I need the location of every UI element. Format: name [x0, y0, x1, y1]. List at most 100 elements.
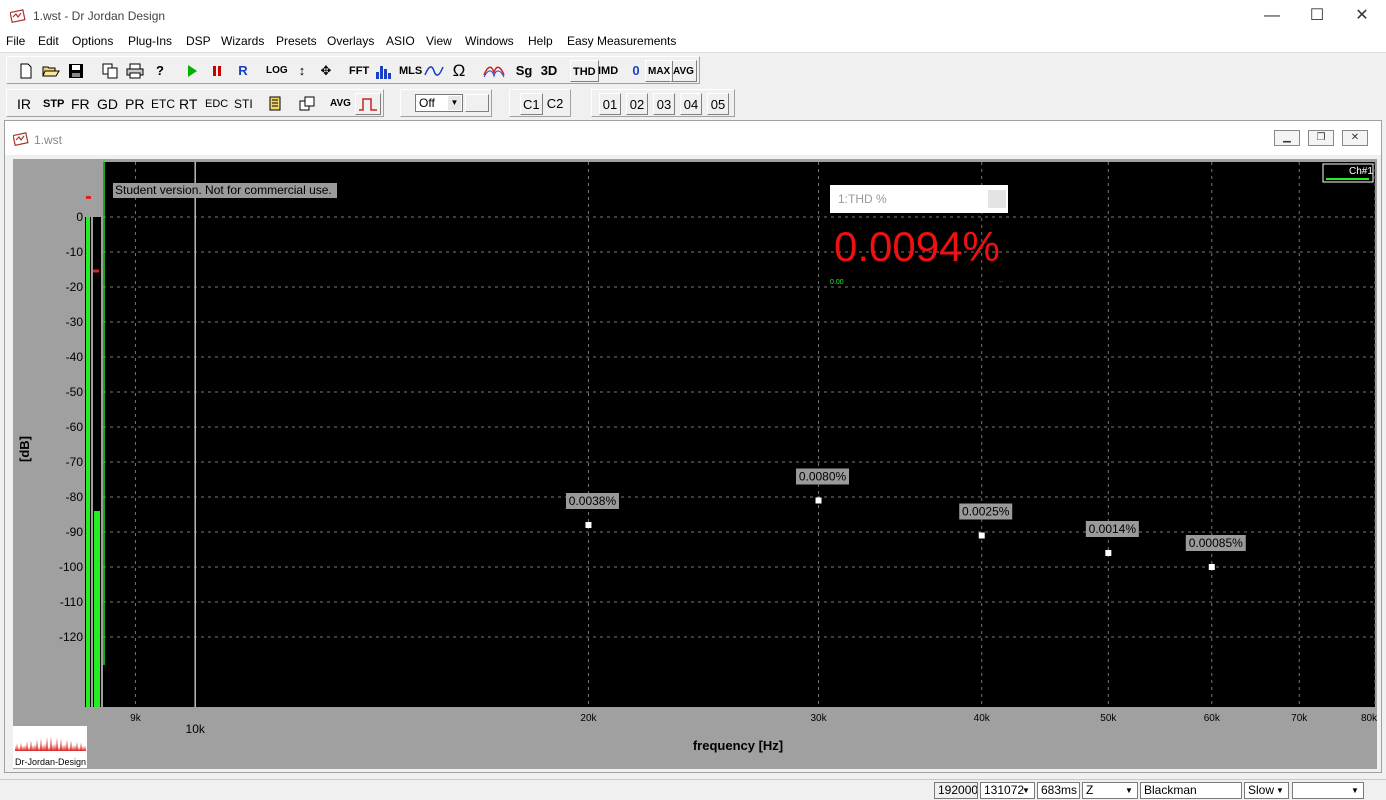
new-file-button[interactable] — [15, 60, 37, 82]
open-file-button[interactable] — [40, 60, 62, 82]
x-tick-label: 70k — [1291, 713, 1308, 724]
rt-button[interactable]: RT — [177, 93, 199, 115]
spectrum-chart[interactable]: 0 -10 -20 -30 -40 -50 -60 -70 -80 -90 -100 -110 -120… — [13, 159, 1378, 769]
menu-view[interactable]: View — [426, 34, 452, 48]
status-duration: 683ms — [1037, 782, 1080, 799]
menu-plugins[interactable]: Plug-Ins — [128, 34, 172, 48]
status-extra-select[interactable]: ▼ — [1292, 782, 1364, 799]
waterfall-button[interactable] — [481, 60, 507, 82]
chevron-down-icon: ▼ — [1351, 786, 1359, 795]
harmonic-marker[interactable] — [1105, 550, 1112, 556]
harmonic-marker[interactable] — [1208, 564, 1215, 570]
doc-close-button[interactable]: ✕ — [1342, 130, 1368, 146]
imd-button[interactable]: IMD — [596, 60, 620, 82]
menu-overlays[interactable]: Overlays — [327, 34, 374, 48]
menu-file[interactable]: File — [6, 34, 25, 48]
properties-button[interactable] — [265, 93, 287, 115]
menu-asio[interactable]: ASIO — [386, 34, 415, 48]
mode-select[interactable]: Off ▼ — [415, 94, 463, 112]
x-axis-label: frequency [Hz] — [693, 738, 783, 753]
harmonic-marker[interactable] — [978, 532, 985, 539]
three-d-button[interactable]: 3D — [538, 60, 560, 82]
thd-readout-close[interactable] — [988, 190, 1006, 208]
channel-1-button[interactable]: C1 — [520, 93, 543, 115]
doc-restore-button[interactable]: ❐ — [1308, 130, 1334, 146]
ir-button[interactable]: IR — [13, 93, 35, 115]
harmonic-marker[interactable] — [815, 497, 822, 504]
max-button[interactable]: MAX — [645, 60, 674, 82]
pause-button[interactable] — [206, 60, 228, 82]
wave-filter-icon — [424, 66, 444, 76]
y-tick-label: -90 — [66, 525, 84, 539]
harmonic-label: 0.00085% — [1189, 536, 1243, 550]
sti-button[interactable]: STI — [232, 93, 255, 115]
menu-edit[interactable]: Edit — [38, 34, 59, 48]
doc-minimize-button[interactable]: ▁ — [1274, 130, 1300, 146]
menu-windows[interactable]: Windows — [465, 34, 514, 48]
step-button[interactable]: STP — [41, 93, 66, 115]
fr-button[interactable]: FR — [69, 93, 92, 115]
folder-open-icon — [42, 66, 60, 77]
y-tick-label: -100 — [59, 560, 83, 574]
preset-05-button[interactable]: 05 — [707, 93, 729, 115]
etc-button[interactable]: ETC — [149, 93, 177, 115]
filter-button[interactable] — [422, 60, 446, 82]
edc-button[interactable]: EDC — [203, 93, 230, 115]
status-mode-value: Z — [1086, 783, 1094, 797]
menu-options[interactable]: Options — [72, 34, 113, 48]
averaging-button[interactable]: AVG — [328, 93, 353, 115]
gd-button[interactable]: GD — [95, 93, 120, 115]
save-file-button[interactable] — [65, 60, 87, 82]
zero-button[interactable]: 0 — [625, 60, 647, 82]
status-fft-size[interactable]: 131072 ▼ — [980, 782, 1035, 799]
chevron-down-icon: ▼ — [1276, 786, 1284, 795]
status-speed[interactable]: Slow ▼ — [1244, 782, 1289, 799]
legend-label: Ch#1 — [1349, 166, 1373, 177]
signal-generator-button[interactable]: Sg — [513, 60, 535, 82]
thd-readout-title: 1:THD % — [838, 192, 887, 206]
level-meter-right — [94, 511, 100, 707]
menu-dsp[interactable]: DSP — [186, 34, 211, 48]
close-button[interactable]: ✕ — [1339, 4, 1385, 28]
print-button[interactable] — [124, 60, 146, 82]
play-button[interactable] — [181, 60, 203, 82]
preset-01-button[interactable]: 01 — [599, 93, 621, 115]
fft-button[interactable]: FFT — [347, 60, 371, 82]
x-tick-label: 10k — [186, 722, 206, 736]
pr-button[interactable]: PR — [123, 93, 146, 115]
gate-button[interactable] — [355, 93, 381, 115]
log-scale-button[interactable]: LOG — [264, 60, 290, 82]
avg-hold-button[interactable]: AVG — [670, 60, 697, 82]
thd-readout-left-small: 0.00 — [830, 279, 844, 286]
menu-help[interactable]: Help — [528, 34, 553, 48]
x-tick-label: 30k — [810, 713, 827, 724]
mode-apply-button[interactable] — [465, 94, 489, 112]
harmonic-marker[interactable] — [585, 522, 592, 528]
channel-2-button[interactable]: C2 — [544, 93, 566, 115]
preset-04-button[interactable]: 04 — [680, 93, 702, 115]
copy-button[interactable] — [99, 60, 121, 82]
spectrum-bars-button[interactable] — [373, 60, 395, 82]
vertical-arrows-icon: ↕ — [298, 63, 306, 78]
help-button[interactable]: ? — [149, 60, 171, 82]
preset-02-button[interactable]: 02 — [626, 93, 648, 115]
overlay-button[interactable] — [296, 93, 318, 115]
x-tick-label: 80k — [1361, 713, 1377, 724]
pan-button[interactable]: ✥ — [315, 60, 337, 82]
preset-03-button[interactable]: 03 — [653, 93, 675, 115]
minimize-button[interactable]: — — [1249, 4, 1295, 28]
menu-presets[interactable]: Presets — [276, 34, 317, 48]
window-titlebar: 1.wst - Dr Jordan Design — ☐ ✕ — [0, 0, 1386, 32]
thd-button[interactable]: THD — [570, 60, 599, 82]
record-button[interactable]: R — [232, 60, 254, 82]
mode-select-value: Off — [419, 96, 435, 110]
status-mode[interactable]: Z ▼ — [1082, 782, 1138, 799]
mls-button[interactable]: MLS — [397, 60, 424, 82]
menu-wizards[interactable]: Wizards — [221, 34, 264, 48]
impedance-button[interactable]: Ω — [448, 60, 470, 82]
window-title: 1.wst - Dr Jordan Design — [33, 9, 166, 23]
vertical-zoom-button[interactable]: ↕ — [291, 60, 313, 82]
menu-easy-measurements[interactable]: Easy Measurements — [567, 34, 676, 48]
y-tick-label: -30 — [66, 315, 84, 329]
maximize-button[interactable]: ☐ — [1294, 4, 1340, 28]
